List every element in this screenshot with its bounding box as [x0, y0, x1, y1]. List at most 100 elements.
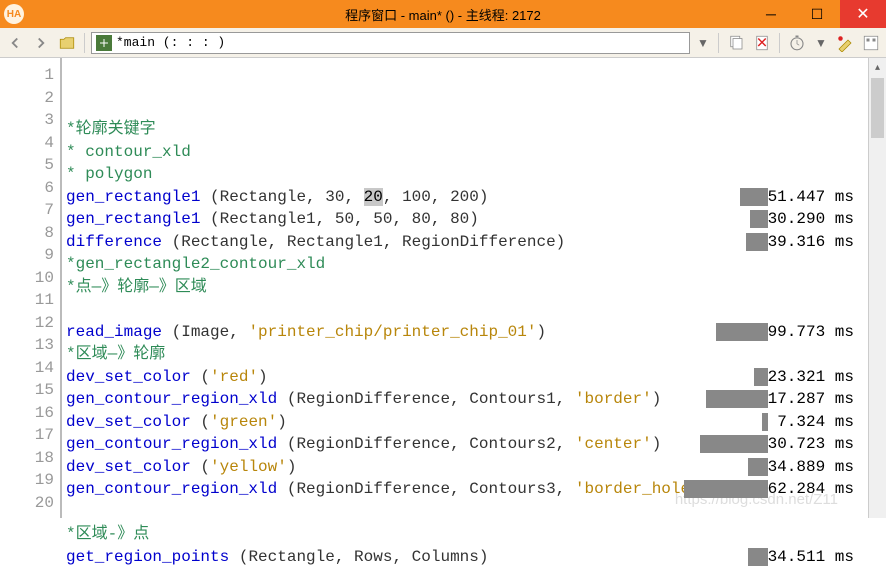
- code-line[interactable]: * contour_xld: [66, 141, 868, 164]
- timing-cell: 51.447 ms: [738, 186, 868, 209]
- code-line[interactable]: dev_set_color ('yellow')34.889 ms: [66, 456, 868, 479]
- timing-value: 39.316 ms: [768, 233, 854, 251]
- scroll-thumb[interactable]: [871, 78, 884, 138]
- path-text: *main (: : : ): [116, 35, 225, 50]
- timing-cell: 30.290 ms: [738, 208, 868, 231]
- code-line[interactable]: gen_contour_region_xld (RegionDifference…: [66, 433, 868, 456]
- timing-cell: [738, 276, 868, 299]
- timing-value: 99.773 ms: [768, 323, 854, 341]
- code-line[interactable]: *gen_rectangle2_contour_xld: [66, 253, 868, 276]
- timing-bar: [746, 233, 768, 251]
- line-number: 8: [0, 222, 54, 245]
- timing-cell: 117.287 ms: [738, 388, 868, 411]
- titlebar: HA 程序窗口 - main* () - 主线程: 2172 ─ ☐ ✕: [0, 0, 886, 28]
- line-number: 12: [0, 312, 54, 335]
- window-title: 程序窗口 - main* () - 主线程: 2172: [345, 5, 541, 24]
- timing-value: 34.511 ms: [768, 548, 854, 566]
- code-line[interactable]: gen_rectangle1 (Rectangle, 30, 20, 100, …: [66, 186, 868, 209]
- line-number: 11: [0, 289, 54, 312]
- timing-bar: [748, 548, 768, 566]
- timing-cell: [738, 163, 868, 186]
- line-number: 4: [0, 132, 54, 155]
- code-line[interactable]: *点—》轮廓—》区域: [66, 276, 868, 299]
- code-line[interactable]: *区域-》点: [66, 523, 868, 546]
- close-button[interactable]: ✕: [840, 0, 886, 28]
- line-number: 1: [0, 64, 54, 87]
- code-line[interactable]: difference (Rectangle, Rectangle1, Regio…: [66, 231, 868, 254]
- timer-button[interactable]: [786, 32, 808, 54]
- timing-value: 162.284 ms: [758, 480, 854, 498]
- timing-cell: 34.889 ms: [738, 456, 868, 479]
- line-number: 20: [0, 492, 54, 515]
- editor: 1234567891011121314151617181920 https://…: [0, 58, 886, 518]
- code-line[interactable]: read_image (Image, 'printer_chip/printer…: [66, 321, 868, 344]
- code-line[interactable]: *轮廓关键字: [66, 118, 868, 141]
- timing-bar: [740, 188, 768, 206]
- path-combo[interactable]: *main (: : : ): [91, 32, 690, 54]
- copy-button[interactable]: [725, 32, 747, 54]
- line-number: 15: [0, 379, 54, 402]
- scroll-up-icon[interactable]: ▴: [869, 58, 886, 76]
- timing-cell: [738, 141, 868, 164]
- back-button[interactable]: [4, 32, 26, 54]
- maximize-button[interactable]: ☐: [794, 0, 840, 28]
- timing-cell: 39.316 ms: [738, 231, 868, 254]
- code-line[interactable]: gen_contour_region_xld (RegionDifference…: [66, 388, 868, 411]
- line-number: 18: [0, 447, 54, 470]
- code-line[interactable]: * polygon: [66, 163, 868, 186]
- code-line[interactable]: gen_rectangle1 (Rectangle1, 50, 50, 80, …: [66, 208, 868, 231]
- code-line[interactable]: get_region_points (Rectangle, Rows, Colu…: [66, 546, 868, 568]
- timing-cell: [738, 343, 868, 366]
- line-number: 6: [0, 177, 54, 200]
- timing-value: 51.447 ms: [768, 188, 854, 206]
- timing-value: 34.889 ms: [768, 458, 854, 476]
- code-line[interactable]: gen_contour_region_xld (RegionDifference…: [66, 478, 868, 501]
- timing-cell: [738, 501, 868, 524]
- timing-cell: [738, 118, 868, 141]
- line-number: 5: [0, 154, 54, 177]
- code-line[interactable]: [66, 501, 868, 524]
- path-dropdown[interactable]: ▼: [694, 36, 712, 50]
- timing-bar: [748, 458, 768, 476]
- timing-value: 117.287 ms: [758, 390, 854, 408]
- timing-cell: 7.324 ms: [738, 411, 868, 434]
- timing-bar: [716, 323, 768, 341]
- timing-cell: 34.511 ms: [738, 546, 868, 568]
- timing-bar: [684, 480, 768, 498]
- timing-cell: [738, 298, 868, 321]
- timing-value: 7.324 ms: [777, 413, 854, 431]
- line-number: 17: [0, 424, 54, 447]
- vertical-scrollbar[interactable]: ▴: [868, 58, 886, 518]
- code-line[interactable]: dev_set_color ('red')23.321 ms: [66, 366, 868, 389]
- toolbar: *main (: : : ) ▼ ▼: [0, 28, 886, 58]
- minimize-button[interactable]: ─: [748, 0, 794, 28]
- code-area[interactable]: https://blog.csdn.net/Z11 *轮廓关键字* contou…: [62, 58, 868, 518]
- timing-bar: [700, 435, 768, 453]
- timer-dropdown[interactable]: ▼: [812, 36, 830, 50]
- timing-value: 23.321 ms: [768, 368, 854, 386]
- timing-value: 30.290 ms: [768, 210, 854, 228]
- code-line[interactable]: dev_set_color ('green')7.324 ms: [66, 411, 868, 434]
- timing-bar: [706, 390, 768, 408]
- tools2-button[interactable]: [860, 32, 882, 54]
- line-number: 14: [0, 357, 54, 380]
- line-number: 2: [0, 87, 54, 110]
- line-number: 16: [0, 402, 54, 425]
- timing-cell: 130.723 ms: [738, 433, 868, 456]
- timing-cell: 23.321 ms: [738, 366, 868, 389]
- code-line[interactable]: *区域—》轮廓: [66, 343, 868, 366]
- timing-cell: [738, 253, 868, 276]
- line-number: 13: [0, 334, 54, 357]
- line-number: 3: [0, 109, 54, 132]
- line-number: 19: [0, 469, 54, 492]
- timing-value: 130.723 ms: [758, 435, 854, 453]
- timing-cell: 162.284 ms: [738, 478, 868, 501]
- open-file-button[interactable]: [56, 32, 78, 54]
- delete-button[interactable]: [751, 32, 773, 54]
- tools1-button[interactable]: [834, 32, 856, 54]
- forward-button[interactable]: [30, 32, 52, 54]
- timing-bar: [762, 413, 768, 431]
- code-line[interactable]: [66, 298, 868, 321]
- line-number: 9: [0, 244, 54, 267]
- timing-cell: 99.773 ms: [738, 321, 868, 344]
